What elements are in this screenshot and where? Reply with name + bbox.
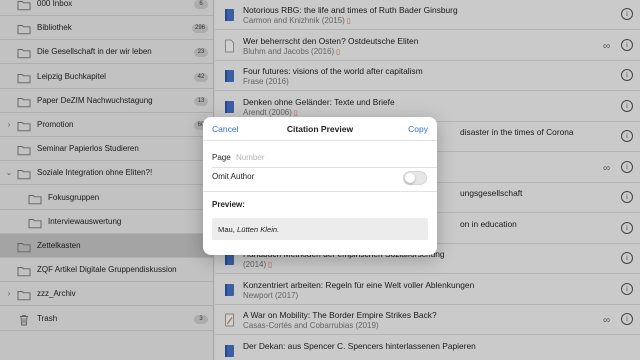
copy-button[interactable]: Copy: [408, 124, 428, 134]
citation-preview-box: Mau, Lütten Klein.: [212, 218, 428, 240]
popover-title: Citation Preview: [286, 124, 354, 134]
preview-label: Preview:: [212, 200, 245, 209]
page-number-input[interactable]: [236, 150, 386, 164]
omit-author-toggle[interactable]: [403, 171, 427, 185]
divider: [203, 191, 437, 192]
preview-title: Lütten Klein.: [237, 225, 280, 234]
toggle-knob: [405, 173, 415, 183]
citation-preview-popover: Cancel Citation Preview Copy Page Omit A…: [203, 117, 437, 255]
divider: [212, 167, 437, 168]
omit-author-label: Omit Author: [212, 172, 255, 181]
preview-author: Mau,: [218, 225, 235, 234]
popover-header: Cancel Citation Preview Copy: [203, 117, 437, 141]
citation-preview-text: Mau, Lütten Klein.: [218, 225, 279, 234]
page-label: Page: [212, 153, 231, 162]
